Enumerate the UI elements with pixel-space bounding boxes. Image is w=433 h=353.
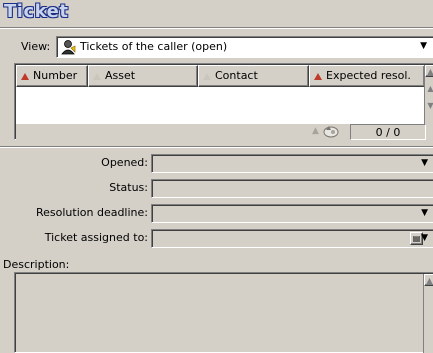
column-header-asset[interactable]: Asset (88, 65, 198, 87)
opened-field[interactable]: ▼ (151, 154, 433, 173)
chevron-down-icon[interactable]: ▼ (420, 41, 427, 51)
triangle-up-icon[interactable]: ▲ (312, 126, 319, 136)
sort-icon (93, 73, 101, 80)
column-header-expected-resolution[interactable]: Expected resol. (309, 65, 425, 87)
triangle-up-icon[interactable]: ▲ (425, 65, 433, 77)
user-icon (61, 39, 77, 55)
triangle-down-icon[interactable]: ▼ (425, 100, 433, 112)
triangle-up-icon[interactable]: ▲ (424, 274, 433, 286)
chevron-down-icon[interactable]: ▼ (421, 158, 428, 168)
chevron-down-icon[interactable]: ▼ (421, 233, 428, 243)
triangle-up-icon[interactable]: ▲ (425, 83, 433, 95)
section-divider (0, 146, 433, 148)
sort-icon (314, 73, 322, 80)
view-selected-value: Tickets of the caller (open) (80, 40, 228, 53)
record-counter: 0 / 0 (350, 124, 426, 140)
title-divider (0, 27, 433, 29)
description-label: Description: (3, 258, 70, 271)
window-title: Ticket (4, 1, 69, 22)
resolution-deadline-field[interactable]: ▼ (151, 204, 433, 223)
chevron-down-icon[interactable]: ▼ (421, 208, 428, 218)
view-select[interactable]: Tickets of the caller (open) ▼ (56, 36, 433, 58)
assigned-to-label: Ticket assigned to: (44, 231, 148, 244)
table-footer: ▲ 0 / 0 (16, 124, 426, 140)
opened-label: Opened: (101, 156, 148, 169)
sort-icon (203, 73, 211, 80)
status-label: Status: (109, 181, 148, 194)
column-header-number[interactable]: Number (16, 65, 88, 87)
sort-icon (21, 73, 29, 80)
column-header-contact[interactable]: Contact (198, 65, 309, 87)
view-label: View: (21, 40, 51, 53)
assigned-to-field[interactable]: ▤ ▼ (151, 229, 433, 248)
status-field[interactable] (151, 179, 433, 198)
resolution-deadline-label: Resolution deadline: (35, 206, 148, 219)
tickets-table[interactable]: Number Asset Contact Expected resol. ▲ ▲… (14, 63, 433, 140)
description-scrollbar[interactable]: ▲ (423, 274, 433, 353)
refresh-icon[interactable] (322, 124, 340, 142)
description-textarea[interactable]: ▲ (14, 272, 433, 353)
